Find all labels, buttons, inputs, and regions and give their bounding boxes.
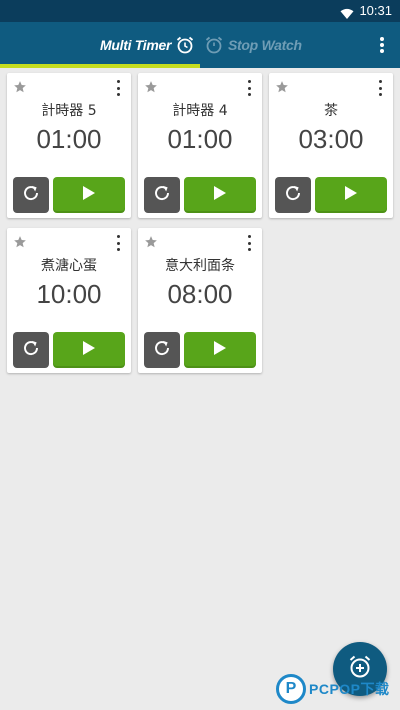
star-icon[interactable]	[13, 234, 27, 253]
play-icon	[213, 185, 227, 205]
card-more-vert-icon[interactable]	[113, 80, 123, 96]
reset-icon	[153, 184, 171, 206]
reset-icon	[284, 184, 302, 206]
tab-indicator	[0, 64, 200, 68]
timer-time: 10:00	[36, 279, 102, 309]
start-button[interactable]	[315, 177, 387, 213]
status-time: 10:31	[359, 3, 392, 18]
timer-time: 01:00	[167, 124, 233, 154]
play-icon	[82, 340, 96, 360]
start-button[interactable]	[53, 332, 125, 368]
timer-time: 03:00	[298, 124, 364, 154]
timer-time: 01:00	[36, 124, 102, 154]
star-icon[interactable]	[144, 79, 158, 98]
timer-card[interactable]: 意大利面条 08:00	[138, 228, 262, 373]
alarm-clock-icon	[175, 35, 195, 55]
start-button[interactable]	[53, 177, 125, 213]
tab-multi-timer-label: Multi Timer	[100, 37, 172, 53]
play-icon	[213, 340, 227, 360]
watermark-logo: P	[276, 674, 306, 704]
tab-stop-watch-label: Stop Watch	[228, 37, 302, 53]
card-more-vert-icon[interactable]	[244, 80, 254, 96]
card-more-vert-icon[interactable]	[113, 235, 123, 251]
reset-icon	[153, 339, 171, 361]
timer-name: 茶	[324, 103, 338, 119]
timer-name: 計時器 5	[41, 103, 97, 119]
watermark-text: PCPOP下载	[309, 681, 390, 697]
watermark: P PCPOP下载	[276, 673, 390, 705]
status-bar: 10:31	[0, 0, 400, 22]
app-bar: Multi Timer Stop Watch	[0, 22, 400, 68]
tab-multi-timer[interactable]: Multi Timer	[100, 22, 195, 68]
star-icon[interactable]	[13, 79, 27, 98]
star-icon[interactable]	[275, 79, 289, 98]
timer-card[interactable]: 茶 03:00	[269, 73, 393, 218]
start-button[interactable]	[184, 332, 256, 368]
start-button[interactable]	[184, 177, 256, 213]
timer-card[interactable]: 計時器 5 01:00	[7, 73, 131, 218]
star-icon[interactable]	[144, 234, 158, 253]
app-bar-more-vert-icon[interactable]	[374, 35, 390, 55]
reset-button[interactable]	[275, 177, 311, 213]
timer-name: 計時器 4	[172, 103, 228, 119]
card-more-vert-icon[interactable]	[375, 80, 385, 96]
reset-button[interactable]	[144, 332, 180, 368]
card-more-vert-icon[interactable]	[244, 235, 254, 251]
timer-card[interactable]: 計時器 4 01:00	[138, 73, 262, 218]
play-icon	[344, 185, 358, 205]
timer-card[interactable]: 煮溏心蛋 10:00	[7, 228, 131, 373]
reset-icon	[22, 184, 40, 206]
tab-stop-watch[interactable]: Stop Watch	[204, 22, 302, 68]
timer-name: 煮溏心蛋	[41, 258, 97, 274]
reset-icon	[22, 339, 40, 361]
play-icon	[82, 185, 96, 205]
timer-time: 08:00	[167, 279, 233, 309]
reset-button[interactable]	[13, 177, 49, 213]
reset-button[interactable]	[13, 332, 49, 368]
timer-name: 意大利面条	[165, 258, 235, 274]
reset-button[interactable]	[144, 177, 180, 213]
stopwatch-icon	[204, 35, 224, 55]
